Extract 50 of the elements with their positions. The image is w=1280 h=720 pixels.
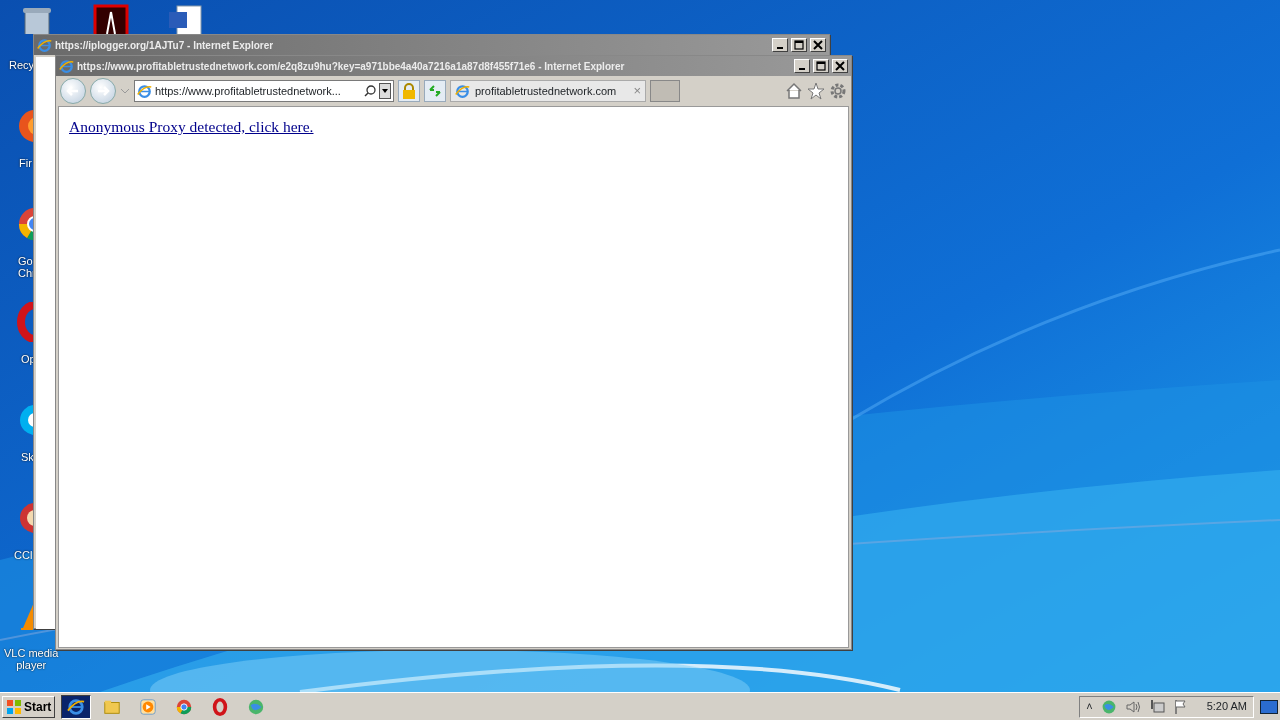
monitor-icon[interactable]: [1148, 698, 1165, 715]
settings-icon[interactable]: [829, 82, 847, 100]
star-icon[interactable]: [807, 82, 825, 100]
icon-label: Fir: [19, 157, 32, 169]
maximize-icon: [815, 60, 827, 72]
refresh-button[interactable]: [424, 80, 446, 102]
minimize-icon: [777, 47, 783, 49]
icon-label: Recy: [9, 59, 35, 71]
icon-label: Go Chr: [18, 255, 36, 279]
close-icon: [812, 39, 824, 51]
minimize-button[interactable]: [772, 38, 788, 52]
show-desktop-button[interactable]: [1260, 699, 1278, 714]
maximize-button[interactable]: [791, 38, 807, 52]
security-button[interactable]: [398, 80, 420, 102]
icon-label: VLC media player: [4, 647, 59, 671]
maximize-icon: [793, 39, 805, 51]
window-title: https://iplogger.org/1AJTu7 - Internet Explorer: [55, 38, 275, 53]
forward-button[interactable]: [90, 78, 116, 104]
maximize-button[interactable]: [813, 59, 829, 73]
speaker-icon[interactable]: [1124, 698, 1141, 715]
padlock-icon: [402, 83, 416, 99]
close-button[interactable]: [810, 38, 826, 52]
icon-label: CCl: [14, 549, 33, 561]
ie-icon: [67, 697, 86, 716]
home-icon[interactable]: [785, 82, 803, 100]
browser-tab[interactable]: profitabletrustednetwork.com ×: [450, 80, 646, 102]
minimize-button[interactable]: [794, 59, 810, 73]
close-button[interactable]: [832, 59, 848, 73]
search-icon[interactable]: [364, 85, 376, 97]
address-bar[interactable]: https://www.profitabletrustednetwork...: [134, 80, 394, 102]
icon-label: Sk: [21, 451, 34, 463]
ring-icon: [211, 697, 230, 716]
page-link[interactable]: Anonymous Proxy detected, click here.: [69, 118, 314, 135]
ie-icon: [137, 83, 152, 99]
ie-icon: [455, 83, 470, 99]
dropdown-icon[interactable]: [379, 83, 391, 99]
flag-icon[interactable]: [1172, 698, 1189, 715]
ie-icon: [37, 37, 52, 53]
clock[interactable]: 5:20 AM: [1206, 698, 1247, 715]
minimize-icon: [799, 68, 805, 70]
taskbar-button[interactable]: [61, 694, 92, 719]
play-icon: [139, 697, 158, 716]
back-button[interactable]: [60, 78, 86, 104]
ie-icon: [59, 58, 74, 74]
close-icon: [834, 60, 846, 72]
show-hidden-icons-button[interactable]: ˄: [1086, 698, 1093, 715]
refresh-icon: [428, 84, 442, 98]
four-squares-logo-icon: [6, 698, 22, 715]
window-title: https://www.profitabletrustednetwork.com/e2q8zu9hu?key=a971bbe4a40a7216a1a87d8f455f71e6 - Internet Explorer: [77, 59, 626, 74]
start-button[interactable]: Start: [2, 695, 56, 718]
